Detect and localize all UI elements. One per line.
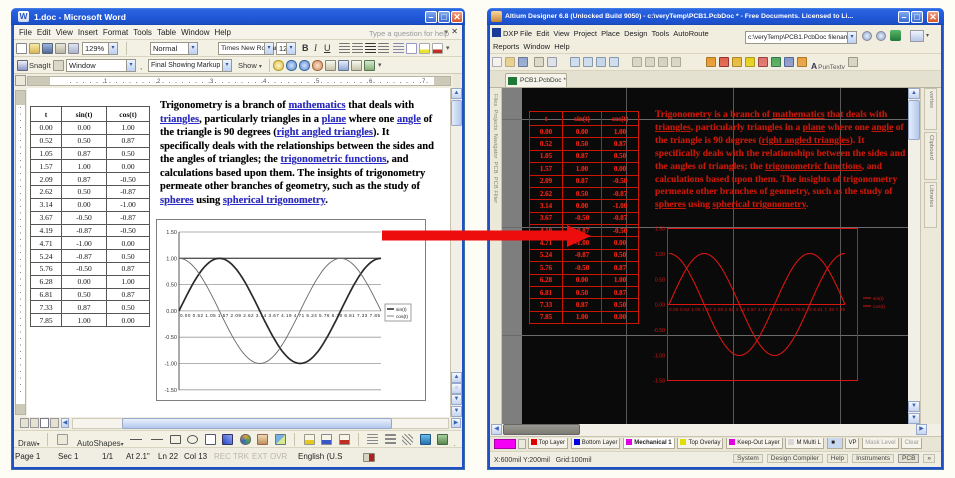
svg-text:1.50: 1.50 (166, 230, 177, 236)
svg-text:-1.00: -1.00 (653, 354, 665, 360)
svg-text:cos(t): cos(t) (396, 314, 408, 320)
svg-text:-1.50: -1.50 (164, 388, 177, 394)
svg-text:0.00 0.52 1.05 1.57 2.09 2.62: 0.00 0.52 1.05 1.57 2.09 2.62 3.14 3.67 … (180, 313, 380, 318)
svg-text:-0.50: -0.50 (164, 335, 177, 341)
svg-text:0.00: 0.00 (166, 309, 177, 315)
svg-text:0.00 0.52 1.05 1.57 2.09 2.62: 0.00 0.52 1.05 1.57 2.09 2.62 3.14 3.67 … (669, 307, 845, 312)
svg-text:1.00: 1.00 (655, 252, 665, 258)
svg-text:-1.50: -1.50 (653, 379, 665, 385)
svg-text:0.00: 0.00 (655, 303, 665, 309)
svg-text:1.00: 1.00 (166, 256, 177, 262)
svg-text:1.50: 1.50 (655, 227, 665, 233)
svg-text:0.50: 0.50 (166, 283, 177, 289)
svg-text:cos(t): cos(t) (873, 304, 885, 310)
svg-text:sin(t): sin(t) (396, 307, 407, 313)
svg-text:-1.00: -1.00 (164, 362, 177, 368)
svg-text:0.50: 0.50 (655, 278, 665, 284)
svg-text:-0.50: -0.50 (653, 328, 665, 334)
svg-text:sin(t): sin(t) (873, 296, 884, 302)
